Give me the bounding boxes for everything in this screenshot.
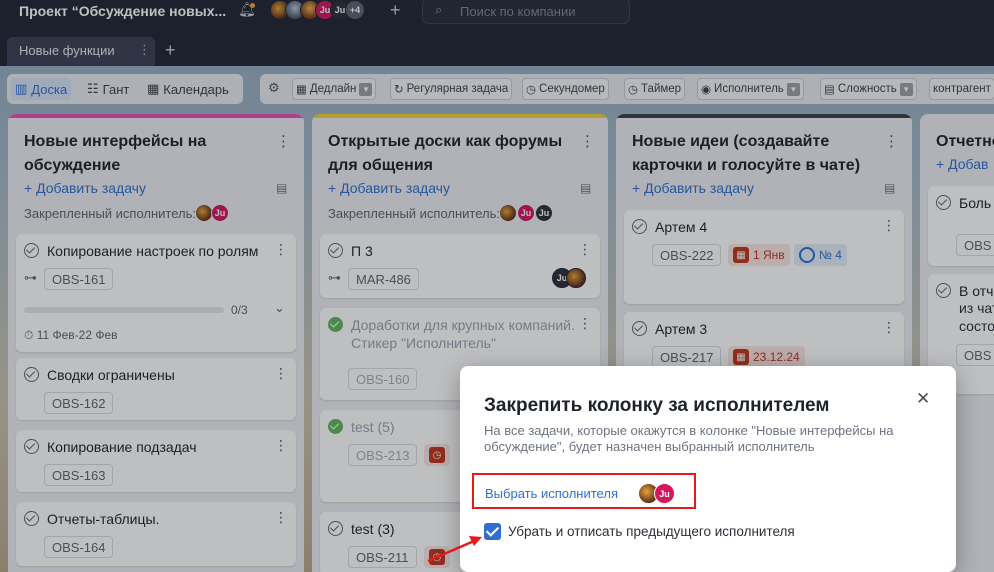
select-assignee-link[interactable]: Выбрать исполнителя — [485, 486, 618, 501]
unassign-previous-checkbox[interactable] — [484, 523, 501, 540]
pin-column-dialog: Закрепить колонку за исполнителем ✕ На в… — [460, 366, 956, 572]
selected-assignees[interactable]: Ju — [638, 483, 675, 504]
dialog-title: Закрепить колонку за исполнителем — [484, 395, 830, 416]
select-assignee-box: Выбрать исполнителя Ju — [472, 473, 696, 509]
checkbox-label[interactable]: Убрать и отписать предыдущего исполнител… — [508, 524, 795, 539]
avatar[interactable]: Ju — [654, 483, 675, 504]
close-icon[interactable]: ✕ — [916, 389, 930, 409]
dialog-description: На все задачи, которые окажутся в колонк… — [484, 423, 894, 454]
